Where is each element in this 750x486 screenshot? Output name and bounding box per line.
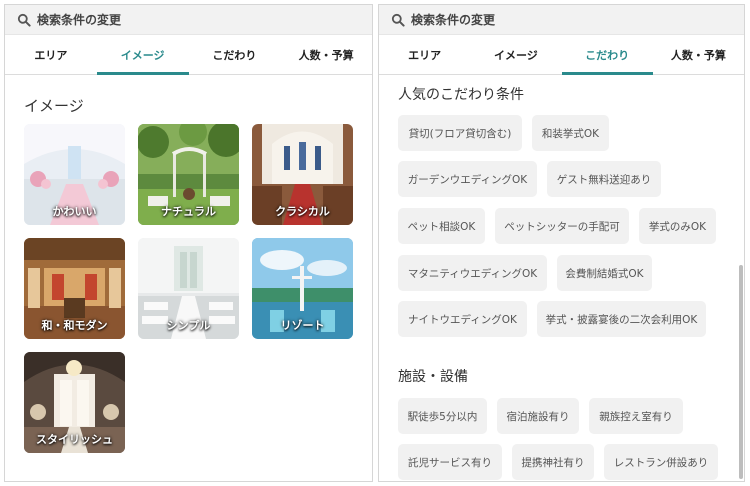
tile-label: 和・和モダン: [41, 319, 108, 332]
section-title-image: イメージ: [24, 97, 84, 115]
chip-childcare[interactable]: 託児サービス有り: [398, 444, 502, 480]
kodawari-search-panel: 検索条件の変更 エリア イメージ こだわり 人数・予算 人気のこだわり条件 貸切…: [378, 4, 745, 482]
tab-kodawari[interactable]: こだわり: [561, 35, 654, 75]
chip-reserved-floor[interactable]: 貸切(フロア貸切含む): [398, 115, 522, 151]
tile-label: ナチュラル: [161, 205, 216, 218]
tab-image[interactable]: イメージ: [470, 35, 561, 74]
chip-maternity-wedding[interactable]: マタニティウエディングOK: [398, 255, 547, 291]
tab-kodawari[interactable]: こだわり: [189, 35, 281, 74]
image-tile-stylish[interactable]: スタイリッシュ: [24, 352, 125, 453]
chip-near-station[interactable]: 駅徒歩5分以内: [398, 398, 487, 434]
chip-pet-sitter[interactable]: ペットシッターの手配可: [495, 208, 629, 244]
chip-accommodation[interactable]: 宿泊施設有り: [497, 398, 579, 434]
tab-guests-budget[interactable]: 人数・予算: [653, 35, 744, 74]
image-tile-japanese-modern[interactable]: 和・和モダン: [24, 238, 125, 339]
search-icon: [391, 13, 405, 27]
image-search-panel: 検索条件の変更 エリア イメージ こだわり 人数・予算 イメージ かわいい ナチ…: [4, 4, 373, 482]
tile-label: かわいい: [52, 205, 97, 218]
chip-pet-consult[interactable]: ペット相談OK: [398, 208, 485, 244]
section-title-popular: 人気のこだわり条件: [398, 87, 524, 103]
tile-label: シンプル: [166, 319, 211, 332]
search-condition-header[interactable]: 検索条件の変更: [5, 5, 372, 35]
chip-family-waiting-room[interactable]: 親族控え室有り: [589, 398, 683, 434]
chip-ceremony-only[interactable]: 挙式のみOK: [639, 208, 716, 244]
chip-garden-wedding[interactable]: ガーデンウエディングOK: [398, 161, 537, 197]
tile-label: スタイリッシュ: [36, 433, 113, 446]
tile-label: リゾート: [280, 319, 325, 332]
tab-bar: エリア イメージ こだわり 人数・予算: [5, 35, 372, 75]
tile-label: クラシカル: [275, 205, 330, 218]
chip-membership-fee-wedding[interactable]: 会費制結婚式OK: [557, 255, 652, 291]
search-condition-header[interactable]: 検索条件の変更: [379, 5, 744, 35]
chip-after-party[interactable]: 挙式・披露宴後の二次会利用OK: [537, 301, 706, 337]
tab-image[interactable]: イメージ: [96, 35, 189, 75]
conditions-scroll-area[interactable]: 人気のこだわり条件 貸切(フロア貸切含む) 和装挙式OK ガーデンウエディングO…: [379, 76, 740, 481]
tab-area[interactable]: エリア: [379, 35, 470, 74]
search-icon: [17, 13, 31, 27]
chip-night-wedding[interactable]: ナイトウエディングOK: [398, 301, 527, 337]
image-tile-resort[interactable]: リゾート: [252, 238, 353, 339]
image-tile-kawaii[interactable]: かわいい: [24, 124, 125, 225]
image-tile-classical[interactable]: クラシカル: [252, 124, 353, 225]
chip-partner-shrine[interactable]: 提携神社有り: [512, 444, 594, 480]
tab-guests-budget[interactable]: 人数・予算: [280, 35, 372, 74]
search-condition-title: 検索条件の変更: [411, 13, 496, 27]
image-tile-simple[interactable]: シンプル: [138, 238, 239, 339]
chip-free-shuttle[interactable]: ゲスト無料送迎あり: [547, 161, 661, 197]
tab-area[interactable]: エリア: [5, 35, 97, 74]
tab-bar: エリア イメージ こだわり 人数・予算: [379, 35, 744, 75]
section-title-facilities: 施設・設備: [398, 369, 468, 385]
search-condition-title: 検索条件の変更: [37, 13, 122, 27]
scrollbar-thumb[interactable]: [739, 265, 743, 479]
chip-japanese-ceremony[interactable]: 和装挙式OK: [532, 115, 609, 151]
image-tile-natural[interactable]: ナチュラル: [138, 124, 239, 225]
chip-restaurant[interactable]: レストラン併設あり: [604, 444, 718, 480]
